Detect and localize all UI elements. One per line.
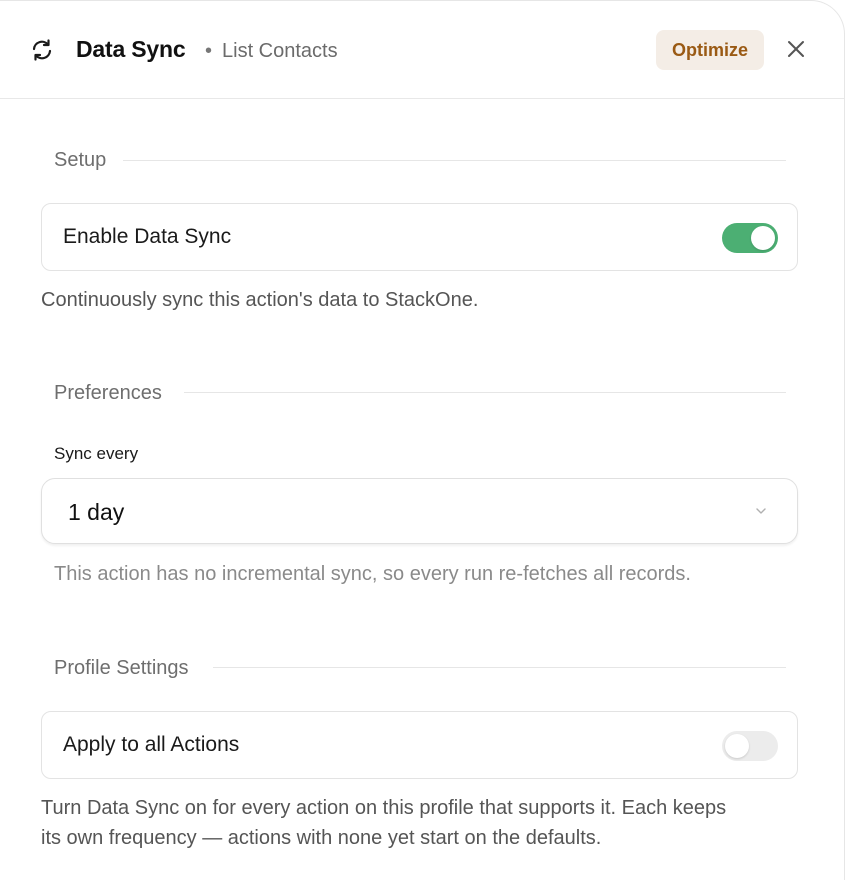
apply-to-all-actions-toggle[interactable]	[722, 731, 778, 761]
section-divider	[184, 392, 786, 393]
panel-subtitle: List Contacts	[222, 40, 338, 62]
apply-to-all-actions-card: Apply to all Actions	[41, 711, 798, 779]
toggle-knob	[751, 226, 775, 250]
enable-data-sync-toggle[interactable]	[722, 223, 778, 253]
sync-every-label: Sync every	[54, 444, 139, 463]
sync-frequency-value: 1 day	[68, 499, 125, 525]
panel-header: Data Sync • List Contacts Optimize	[0, 1, 844, 99]
section-divider	[123, 160, 786, 161]
sync-frequency-select[interactable]: 1 day	[41, 478, 798, 544]
subtitle-separator: •	[205, 40, 213, 62]
profile-description-line-1: Turn Data Sync on for every action on th…	[41, 797, 727, 819]
section-divider	[213, 667, 786, 668]
setup-section-label: Setup	[54, 149, 107, 171]
enable-data-sync-card: Enable Data Sync	[41, 203, 798, 271]
profile-settings-section-label: Profile Settings	[54, 657, 189, 679]
setup-description: Continuously sync this action's data to …	[41, 289, 479, 311]
sync-icon	[32, 39, 52, 61]
panel-title: Data Sync	[76, 36, 186, 62]
enable-data-sync-label: Enable Data Sync	[63, 225, 232, 248]
preferences-section-label: Preferences	[54, 382, 162, 404]
chevron-down-icon	[756, 508, 766, 514]
apply-to-all-actions-label: Apply to all Actions	[63, 733, 240, 756]
close-icon[interactable]	[784, 37, 808, 61]
profile-description-line-2: its own frequency — actions with none ye…	[41, 827, 602, 849]
data-sync-panel: Data Sync • List Contacts Optimize Setup…	[0, 0, 845, 880]
optimize-button[interactable]: Optimize	[656, 30, 764, 70]
sync-frequency-hint: This action has no incremental sync, so …	[54, 563, 691, 585]
toggle-knob	[725, 734, 749, 758]
